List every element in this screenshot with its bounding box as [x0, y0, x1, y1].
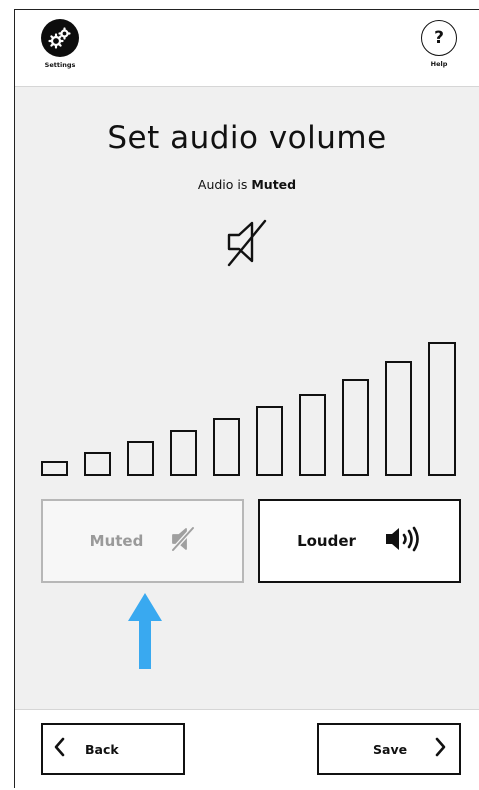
- speaker-muted-icon: [225, 215, 269, 273]
- volume-bar-7[interactable]: [299, 394, 326, 476]
- louder-button[interactable]: Louder: [258, 499, 461, 583]
- page-title: Set audio volume: [107, 120, 387, 156]
- up-arrow-icon: [128, 593, 162, 673]
- volume-bar-2[interactable]: [84, 452, 111, 476]
- volume-bar-6[interactable]: [256, 406, 283, 476]
- help-label: Help: [430, 60, 448, 68]
- chevron-left-icon: [53, 737, 65, 761]
- volume-bar-9[interactable]: [385, 361, 412, 476]
- speaker-loud-icon: [384, 526, 422, 556]
- louder-button-label: Louder: [297, 532, 356, 550]
- volume-bar-4[interactable]: [170, 430, 197, 476]
- settings-button[interactable]: Settings: [41, 19, 79, 69]
- top-bar: Settings ? Help: [15, 10, 479, 87]
- status-prefix: Audio is: [197, 177, 252, 192]
- volume-bar-10[interactable]: [428, 342, 456, 476]
- help-icon: ?: [421, 20, 457, 56]
- settings-label: Settings: [44, 61, 76, 69]
- back-button[interactable]: Back: [41, 723, 185, 775]
- speaker-muted-icon: [171, 526, 196, 556]
- muted-button[interactable]: Muted: [41, 499, 244, 583]
- save-button[interactable]: Save: [317, 723, 461, 775]
- save-button-label: Save: [373, 741, 408, 757]
- status-value: Muted: [251, 177, 297, 192]
- volume-bar-3[interactable]: [127, 441, 154, 476]
- back-button-label: Back: [85, 741, 119, 757]
- volume-bar-5[interactable]: [213, 418, 240, 476]
- volume-bar-8[interactable]: [342, 379, 369, 476]
- gears-icon: [41, 19, 79, 57]
- muted-button-label: Muted: [89, 532, 144, 550]
- audio-status: Audio is Muted: [15, 177, 479, 192]
- volume-level-bars: [41, 330, 461, 480]
- volume-bar-1[interactable]: [41, 461, 68, 476]
- app-frame: Settings ? Help Set audio volume Audio i…: [14, 9, 479, 790]
- chevron-right-icon: [435, 737, 447, 761]
- bottom-bar: Back Save: [15, 709, 479, 790]
- help-button[interactable]: ? Help: [421, 20, 457, 68]
